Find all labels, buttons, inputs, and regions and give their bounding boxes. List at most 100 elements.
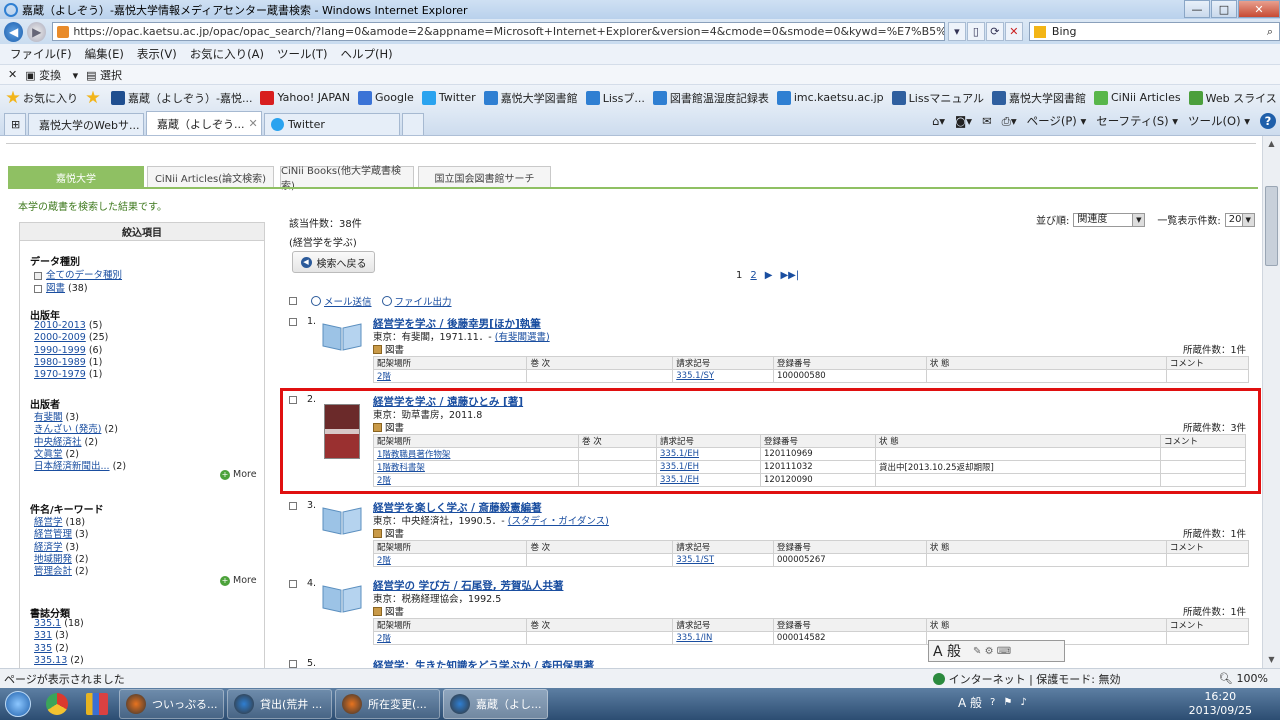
checkbox[interactable] — [34, 271, 42, 280]
favorite-item[interactable]: CiNii Articles — [1094, 90, 1181, 105]
ime-mode[interactable]: A 般 — [933, 641, 961, 661]
mail-send-link[interactable]: メール送信 — [324, 294, 372, 308]
facet-item[interactable]: 図書 (38) — [34, 280, 88, 294]
checkbox[interactable] — [34, 284, 42, 293]
location-link[interactable]: 1階教職員著作物架 — [377, 450, 450, 460]
facet-item[interactable]: 2010-2013 (5) — [34, 320, 102, 331]
stop-icon[interactable]: ✕ — [1004, 22, 1023, 41]
favorite-item[interactable]: お気に入り — [6, 90, 78, 106]
menu-edit[interactable]: 編集(E) — [85, 46, 124, 62]
tab-kaetsu[interactable]: 嘉悦大学 — [8, 166, 144, 187]
taskbar-app-button[interactable]: 嘉蔵（よし... — [443, 689, 548, 719]
menu-help[interactable]: ヘルプ(H) — [341, 46, 393, 62]
tab-ndl-search[interactable]: 国立国会図書館サーチ — [418, 166, 551, 187]
scroll-up-icon[interactable]: ▲ — [1263, 136, 1280, 152]
facet-item[interactable]: 管理会計 (2) — [34, 563, 89, 577]
record-checkbox[interactable] — [289, 659, 297, 668]
page-2[interactable]: 2 — [750, 270, 756, 281]
scrollbar[interactable]: ▲ ▼ — [1262, 136, 1280, 668]
series-link[interactable]: (スタディ・ガイダンス) — [508, 516, 609, 527]
library-icon[interactable] — [78, 689, 116, 719]
last-page-icon[interactable]: ▶▶| — [780, 270, 799, 281]
scroll-down-icon[interactable]: ▼ — [1263, 652, 1280, 668]
help-icon[interactable]: ? — [1260, 113, 1276, 129]
favorite-item[interactable] — [86, 90, 103, 105]
close-toolbar-icon[interactable]: ✕ — [8, 68, 17, 81]
series-link[interactable]: (有斐閣選書) — [495, 332, 550, 343]
flag-icon[interactable]: ⚑ — [1003, 697, 1012, 708]
favorite-item[interactable]: 嘉悦大学図書館 — [992, 90, 1086, 106]
convert-button[interactable]: ▣ 変換 ▾ — [25, 67, 78, 83]
taskbar-app-button[interactable]: 貸出(荒井 ... — [227, 689, 332, 719]
sort-select[interactable]: 関連度 — [1073, 212, 1146, 227]
location-link[interactable]: 2階 — [377, 556, 391, 566]
compat-view-icon[interactable]: ▯ — [966, 22, 985, 41]
record-title-link[interactable]: 経営学：生きた知識をどう学ぶか / 森田保男著 — [373, 658, 594, 668]
facet-item[interactable]: 335 (2) — [34, 643, 69, 654]
record-checkbox[interactable] — [289, 501, 297, 510]
browser-tab[interactable]: 嘉悦大学のWebサ... — [28, 113, 144, 135]
call-number-link[interactable]: 335.1/SY — [676, 371, 714, 381]
back-arrow-icon[interactable]: ◀ — [4, 21, 24, 42]
facet-item[interactable]: 335.13 (2) — [34, 655, 84, 666]
volume-icon[interactable]: ♪ — [1020, 697, 1026, 708]
menu-file[interactable]: ファイル(F) — [10, 46, 72, 62]
minimize-button[interactable]: — — [1184, 0, 1210, 18]
favorite-item[interactable]: imc.kaetsu.ac.jp — [776, 90, 884, 105]
maximize-button[interactable]: □ — [1211, 0, 1237, 18]
call-number-link[interactable]: 335.1/EH — [660, 475, 699, 485]
favorite-item[interactable]: Yahoo! JAPAN — [260, 90, 350, 105]
ime-bar[interactable]: A 般 ✎ ⚙ ⌨ — [928, 640, 1065, 662]
back-to-search-button[interactable]: ◀ 検索へ戻る — [292, 251, 375, 273]
facet-item[interactable]: 1980-1989 (1) — [34, 357, 102, 368]
location-link[interactable]: 2階 — [377, 476, 391, 486]
chrome-icon[interactable] — [38, 689, 76, 719]
tray-ime[interactable]: A 般 — [958, 694, 982, 711]
safety-menu[interactable]: セーフティ(S) ▾ — [1096, 113, 1178, 129]
favorite-item[interactable]: 嘉蔵（よしぞう）-嘉悦... — [111, 90, 252, 106]
start-button[interactable] — [0, 688, 36, 720]
facet-item[interactable]: 全てのデータ種別 — [34, 267, 122, 281]
mail-icon[interactable]: ✉ — [982, 114, 992, 128]
menu-view[interactable]: 表示(V) — [137, 46, 177, 62]
menu-tools[interactable]: ツール(T) — [277, 46, 328, 62]
dropdown-icon[interactable]: ▾ — [947, 22, 966, 41]
print-icon[interactable]: ⎙▾ — [1002, 114, 1017, 129]
location-link[interactable]: 2階 — [377, 634, 391, 644]
search-box[interactable]: Bing ⌕ — [1028, 22, 1280, 41]
favorite-item[interactable]: 嘉悦大学図書館 — [483, 90, 578, 106]
location-link[interactable]: 2階 — [377, 372, 391, 382]
scroll-thumb[interactable] — [1265, 186, 1278, 266]
help-icon[interactable]: ? — [990, 697, 995, 708]
quick-tabs-icon[interactable]: ⊞ — [4, 113, 26, 135]
facet-item[interactable]: 1990-1999 (6) — [34, 345, 102, 356]
search-icon[interactable]: ⌕ — [1267, 25, 1273, 39]
browser-tab[interactable]: Twitter — [264, 113, 400, 135]
record-checkbox[interactable] — [289, 395, 297, 404]
close-button[interactable]: ✕ — [1238, 0, 1280, 18]
clock[interactable]: 16:20 2013/09/25 — [1189, 690, 1252, 718]
zoom-icon[interactable]: 🔍︎ — [1219, 672, 1233, 685]
tab-cinii-books[interactable]: CiNii Books(他大学蔵書検索) — [280, 166, 414, 192]
favorite-item[interactable]: Lissブ... — [585, 90, 645, 106]
taskbar-app-button[interactable]: ついっぷる... — [119, 689, 224, 719]
favorite-item[interactable]: Twitter — [421, 90, 476, 105]
favorite-item[interactable]: Google — [358, 90, 414, 105]
forward-arrow-icon[interactable]: ▶ — [27, 21, 47, 42]
refresh-icon[interactable]: ⟳ — [985, 22, 1004, 41]
new-tab-button[interactable] — [402, 113, 424, 135]
call-number-link[interactable]: 335.1/IN — [676, 633, 712, 643]
per-page-select[interactable]: 20 — [1224, 212, 1255, 227]
file-export-link[interactable]: ファイル出力 — [395, 294, 452, 308]
facet-item[interactable]: 1970-1979 (1) — [34, 369, 102, 380]
select-button[interactable]: ▤ 選択 — [86, 67, 130, 83]
zoom-level[interactable]: 100% — [1237, 672, 1268, 685]
call-number-link[interactable]: 335.1/EH — [660, 462, 699, 472]
facet-item[interactable]: 日本経済新聞出... (2) — [34, 458, 126, 472]
rss-icon[interactable]: ◙▾ — [955, 114, 972, 128]
menu-favorites[interactable]: お気に入り(A) — [190, 46, 264, 62]
page-menu[interactable]: ページ(P) ▾ — [1027, 113, 1087, 129]
tab-cinii-articles[interactable]: CiNii Articles(論文検索) — [147, 166, 274, 187]
taskbar-app-button[interactable]: 所在変更(... — [335, 689, 440, 719]
favorite-item[interactable]: Web スライス ギャ... — [1188, 90, 1280, 106]
